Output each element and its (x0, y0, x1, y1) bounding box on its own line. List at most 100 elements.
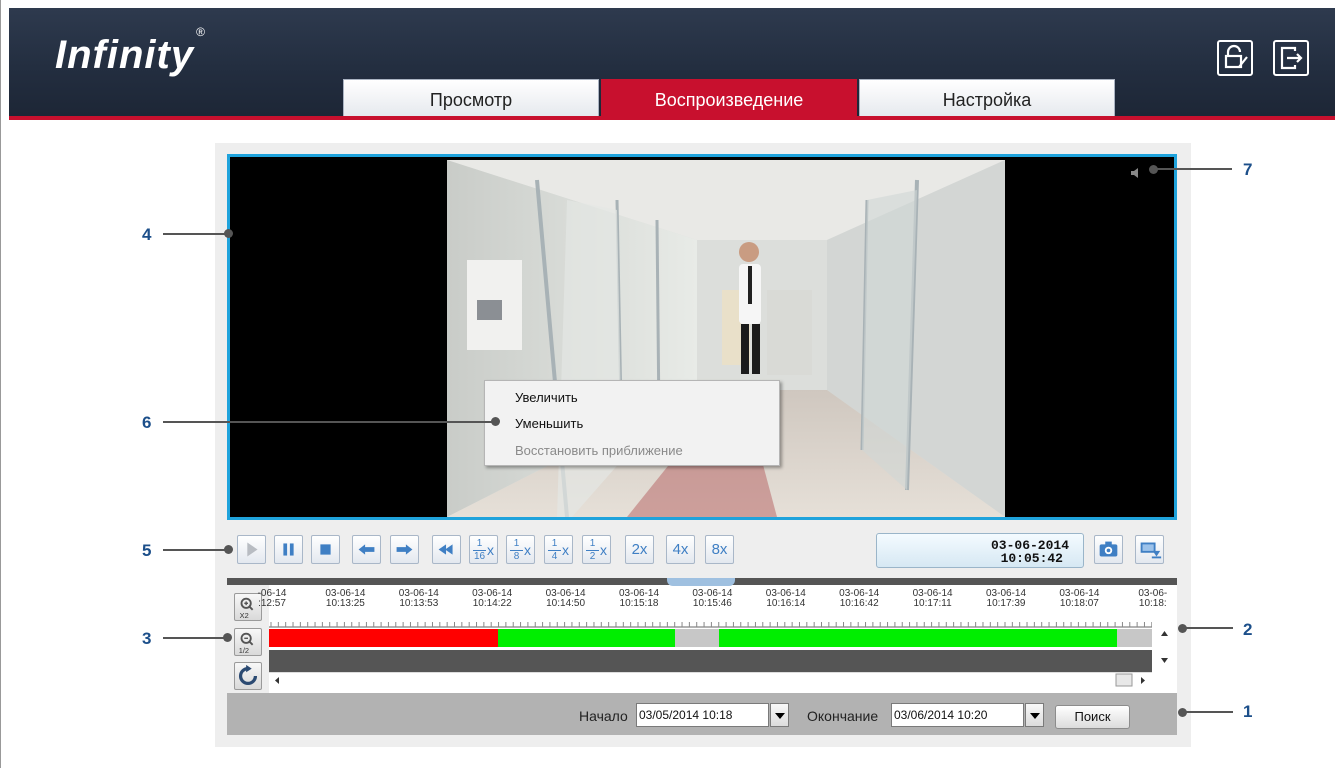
timeline-vertical-scrollbar[interactable] (1152, 622, 1177, 672)
timeline-tick-label: 03-06-14 10:15:18 (614, 589, 664, 609)
step-forward-icon (396, 544, 413, 555)
step-back-icon (358, 544, 375, 555)
speed-numerator: 1 (513, 538, 520, 549)
speed-1-8-button[interactable]: 1 8 x (506, 535, 535, 564)
play-icon (247, 542, 258, 557)
page: Infinity® Просмотр Воспроизведение Настр… (0, 0, 1335, 768)
start-datetime-input[interactable]: 03/05/2014 10:18 (636, 703, 769, 727)
lock-edit-icon (1224, 44, 1248, 69)
speed-suffix: x (600, 542, 607, 558)
pause-button[interactable] (274, 535, 303, 564)
scroll-arrows-icon (1161, 631, 1168, 663)
stop-button[interactable] (311, 535, 340, 564)
callout-dot (224, 545, 233, 554)
speed-denominator: 8 (510, 550, 523, 562)
speed-numerator: 1 (589, 538, 596, 549)
snapshot-button[interactable] (1094, 535, 1123, 564)
tick-time: 10:15:46 (692, 598, 732, 609)
logout-button[interactable] (1273, 40, 1309, 76)
tab-settings[interactable]: Настройка (859, 79, 1115, 116)
timeline-tick-label: 03-06-14 10:16:14 (761, 589, 811, 609)
speed-1-4-button[interactable]: 1 4 x (544, 535, 573, 564)
tick-time: 10:17:39 (986, 598, 1026, 609)
timeline-tick-label: 03-06-14 10:17:39 (981, 589, 1031, 609)
alarm-recording-segment[interactable] (269, 629, 498, 647)
tick-time: 10:14:22 (472, 598, 512, 609)
callout-line (1183, 627, 1233, 629)
callout-1: 1 (1243, 702, 1253, 721)
secondary-track (269, 650, 1152, 672)
timeline-tick-label: 03-06-14 10:14:50 (541, 589, 591, 609)
speed-denominator: 2 (586, 550, 599, 562)
callout-line (163, 549, 225, 551)
tick-time: 10:16:14 (766, 598, 806, 609)
timeline-horizontal-scrollbar[interactable] (269, 672, 1152, 687)
callout-line (163, 637, 225, 639)
tick-time: 10:16:42 (839, 598, 879, 609)
callout-line (1154, 168, 1232, 170)
download-icon (1140, 542, 1162, 559)
timeline-tick-label: 03-06-14 10:15:46 (687, 589, 737, 609)
continuous-recording-segment[interactable] (498, 629, 675, 647)
context-menu: Увеличить Уменьшить Восстановить приближ… (484, 380, 780, 466)
callout-3: 3 (142, 629, 152, 648)
timeline-tick-label: 03-06-14 10:13:25 (320, 589, 370, 609)
tab-view[interactable]: Просмотр (343, 79, 599, 116)
hscroll-arrows-icon (275, 673, 1145, 687)
speed-1-16-button[interactable]: 1 16 x (469, 535, 498, 564)
speed-8x-button[interactable]: 8x (705, 535, 734, 564)
timeline-tick-label: 03-06- 10:18: (1128, 589, 1178, 609)
pause-icon (283, 543, 294, 556)
callout-5: 5 (142, 541, 152, 560)
menu-item-reset-zoom: Восстановить приближение (515, 443, 683, 458)
tick-time: 10:15:18 (619, 598, 659, 609)
camera-icon (1099, 541, 1118, 557)
current-time: 10:05:42 (1000, 551, 1063, 566)
registered-mark: ® (196, 24, 206, 39)
menu-item-zoom-in[interactable]: Увеличить (515, 390, 578, 405)
start-datetime-dropdown[interactable] (770, 703, 789, 727)
continuous-recording-segment[interactable] (719, 629, 1117, 647)
tick-time: 10:13:53 (399, 598, 439, 609)
timeline-tick-label: 03-06-14 10:18:07 (1054, 589, 1104, 609)
speed-4x-button[interactable]: 4x (666, 535, 695, 564)
step-back-button[interactable] (352, 535, 381, 564)
speed-1-2-button[interactable]: 1 2 x (582, 535, 611, 564)
callout-dot (491, 417, 500, 426)
speed-2x-button[interactable]: 2x (625, 535, 654, 564)
zoom-out-label: 1/2 (239, 646, 249, 655)
tick-time: 10:18: (1138, 598, 1167, 609)
rewind-icon (438, 544, 453, 555)
speed-denominator: 16 (473, 550, 486, 562)
logo: Infinity® (55, 25, 206, 78)
tick-time: 10:13:25 (325, 598, 365, 609)
sound-icon[interactable] (1129, 166, 1143, 180)
speed-denominator: 4 (548, 550, 561, 562)
refresh-icon (238, 664, 258, 686)
play-button[interactable] (237, 535, 266, 564)
callout-line (1183, 711, 1233, 713)
zoom-in-label: X2 (240, 611, 249, 620)
timeline-zoom-out-button[interactable]: 1/2 (234, 628, 262, 656)
timeline-refresh-button[interactable] (234, 662, 262, 690)
tick-time: 10:17:11 (913, 598, 952, 609)
menu-item-zoom-out[interactable]: Уменьшить (515, 416, 583, 431)
timeline-tick-label: 03-06-14 10:17:11 (908, 589, 958, 609)
end-datetime-dropdown[interactable] (1025, 703, 1044, 727)
rewind-button[interactable] (432, 535, 461, 564)
logout-icon (1280, 46, 1303, 70)
end-datetime-input[interactable]: 03/06/2014 10:20 (891, 703, 1024, 727)
timeline-tick-label: -06-14:12:57 (247, 589, 297, 609)
search-button[interactable]: Поиск (1055, 705, 1130, 729)
speed-numerator: 1 (551, 538, 558, 549)
callout-line (163, 421, 493, 423)
callout-dot (223, 633, 232, 642)
download-button[interactable] (1135, 535, 1164, 564)
step-forward-button[interactable] (390, 535, 419, 564)
speed-numerator: 1 (476, 538, 483, 549)
timeline-drag-handle[interactable] (667, 578, 735, 586)
lock-edit-button[interactable] (1217, 40, 1253, 76)
callout-4: 4 (142, 225, 152, 244)
callout-dot (224, 229, 233, 238)
tab-playback[interactable]: Воспроизведение (601, 79, 857, 116)
